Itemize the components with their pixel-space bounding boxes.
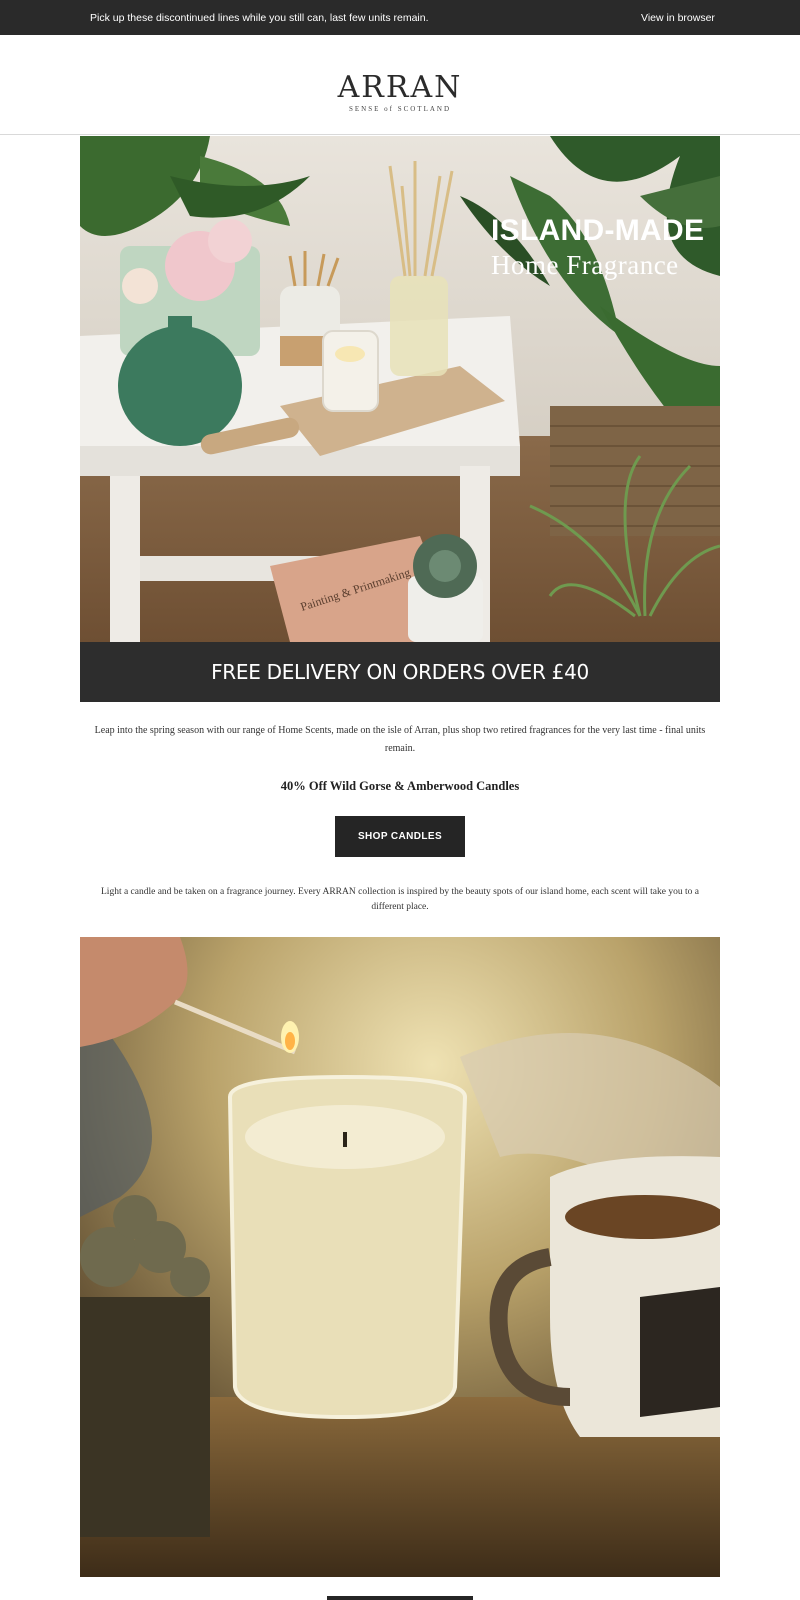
header: ARRAN SENSE of SCOTLAND <box>0 35 800 135</box>
logo-wordmark: ARRAN <box>337 70 463 105</box>
hero-subheadline: Home Fragrance <box>491 250 679 280</box>
preheader-bar: Pick up these discontinued lines while y… <box>0 0 800 35</box>
free-delivery-banner: FREE DELIVERY ON ORDERS OVER £40 <box>80 642 720 702</box>
logo-tagline: SENSE of SCOTLAND <box>348 105 452 113</box>
candle-lighting-image[interactable] <box>80 937 720 1577</box>
intro-text: Leap into the spring season with our ran… <box>94 725 706 754</box>
journey-text: Light a candle and be taken on a fragran… <box>101 887 699 912</box>
offer-heading: 40% Off Wild Gorse & Amberwood Candles <box>280 779 520 793</box>
shop-candles-button[interactable]: SHOP CANDLES <box>335 816 465 857</box>
hero-headline: ISLAND-MADE <box>491 214 705 247</box>
hero-illustration: Painting & Printmaking <box>80 136 720 642</box>
hero-image[interactable]: Painting & Printmaking ISLAND-MADE Home … <box>80 136 720 642</box>
arran-logo[interactable]: ARRAN SENSE of SCOTLAND <box>0 70 800 114</box>
preheader-text: Pick up these discontinued lines while y… <box>90 12 429 24</box>
view-in-browser-link[interactable]: View in browser <box>641 12 715 24</box>
candle-illustration <box>80 937 720 1577</box>
secondary-button-top[interactable] <box>327 1596 473 1600</box>
